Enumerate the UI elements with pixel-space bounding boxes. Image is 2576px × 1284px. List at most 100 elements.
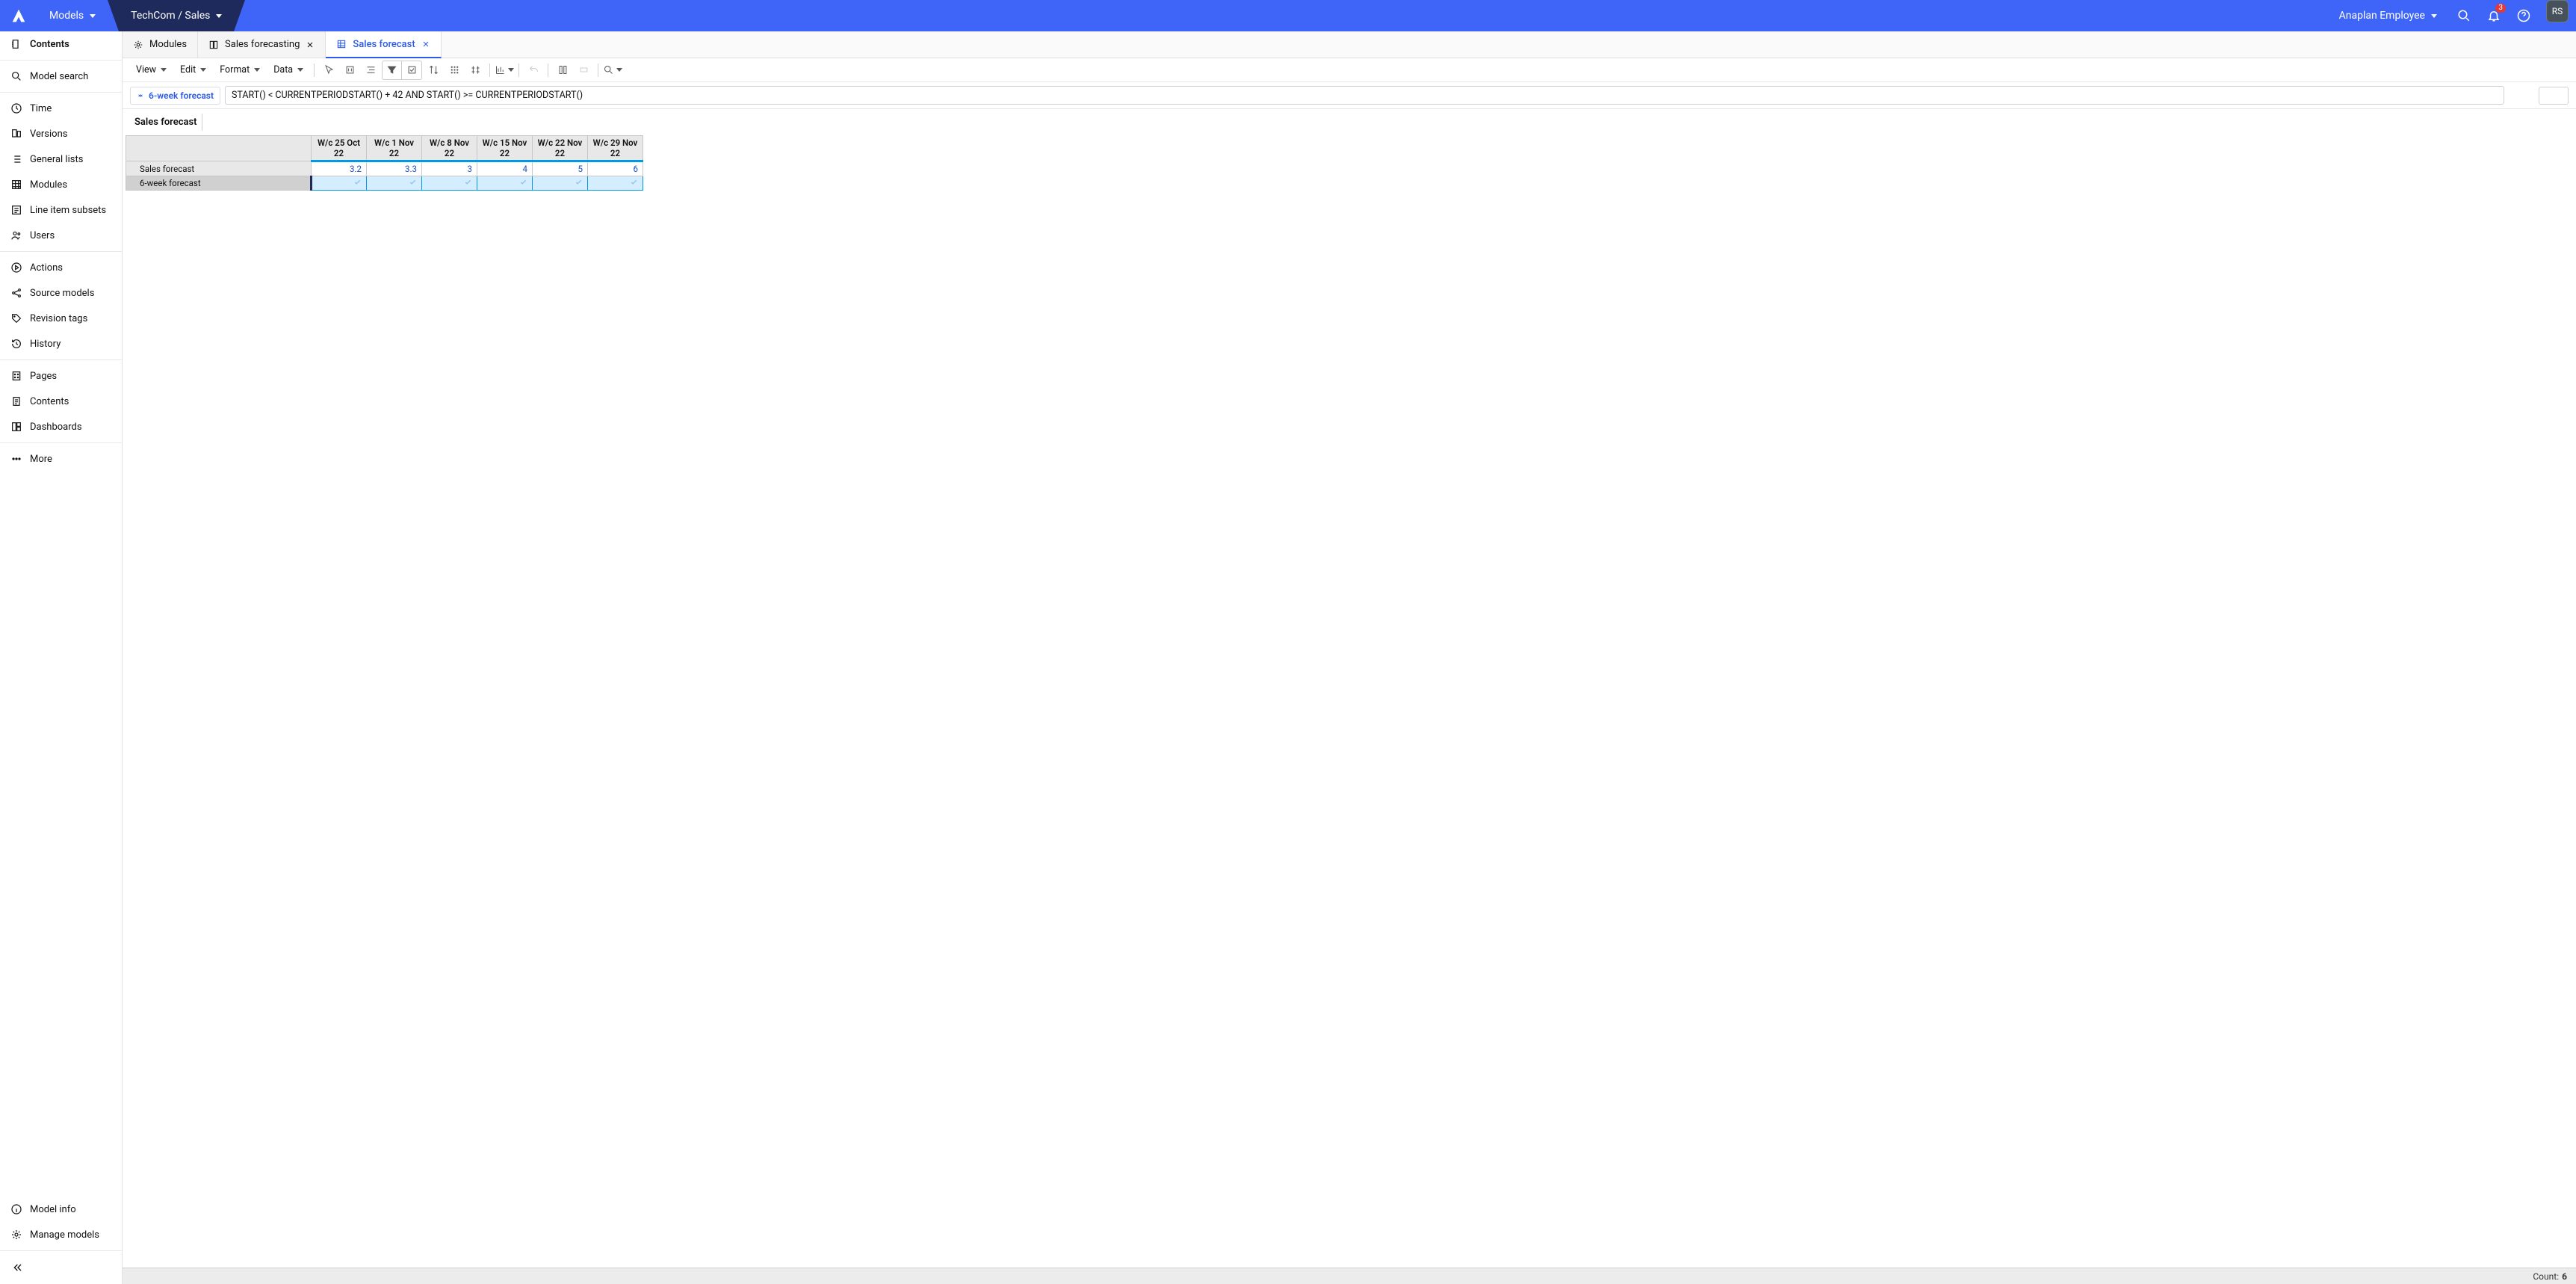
grid-corner[interactable] [126,136,312,161]
chevron-down-icon [90,14,96,18]
sidebar-contents-header[interactable]: Contents [0,31,122,57]
row-header[interactable]: 6-week forecast [126,176,312,191]
chevron-down-icon [616,68,622,72]
notification-badge: 3 [2495,4,2506,13]
menu-label: View [136,64,156,75]
menu-view[interactable]: View [130,61,173,78]
formula-aux-input[interactable] [2539,87,2569,105]
menu-label: Data [273,64,293,75]
chevron-down-icon [254,68,260,72]
sidebar-label: Revision tags [30,313,87,324]
sidebar-source-models[interactable]: Source models [0,280,122,306]
tab-sales-forecasting[interactable]: Sales forecasting [198,31,326,58]
formula-input[interactable]: START() < CURRENTPERIODSTART() + 42 AND … [225,86,2504,105]
grid-cell[interactable] [533,176,588,191]
chevron-down-icon [216,14,222,18]
tag-icon [10,312,22,324]
grid-cell[interactable]: 3.2 [312,161,367,176]
sidebar-actions[interactable]: Actions [0,255,122,280]
grid-cell[interactable]: 5 [533,161,588,176]
sidebar-label: Manage models [30,1229,99,1241]
copy-down-button[interactable] [340,61,359,79]
insert-column-button[interactable] [553,61,572,79]
grid-cell[interactable] [367,176,422,191]
grid-cell[interactable] [422,176,477,191]
more-icon [10,453,22,465]
models-dropdown[interactable]: Models [37,0,108,31]
sidebar-model-search[interactable]: Model search [0,64,122,89]
sidebar-more[interactable]: More [0,446,122,472]
sidebar-history[interactable]: History [0,331,122,357]
sidebar-collapse-button[interactable] [0,1254,122,1284]
row-header[interactable]: Sales forecast [126,161,312,176]
sidebar-modules[interactable]: Modules [0,172,122,197]
table-row: 6-week forecast [126,176,643,191]
sidebar-label: Modules [30,179,67,191]
chevron-down-icon [508,68,514,72]
sidebar-line-item-subsets[interactable]: Line item subsets [0,197,122,223]
close-icon[interactable] [421,40,430,49]
sidebar-label: More [30,454,52,465]
tab-sales-forecast[interactable]: Sales forecast [326,31,441,58]
grid-icon [336,39,347,49]
select-tool-button[interactable] [319,61,338,79]
sort-button[interactable] [424,61,443,79]
menu-edit[interactable]: Edit [174,61,212,78]
menu-label: Format [220,64,250,75]
user-label: Anaplan Employee [2339,10,2425,22]
tab-modules[interactable]: Modules [123,31,198,58]
sidebar-dashboards[interactable]: Dashboards [0,414,122,439]
sidebar-users[interactable]: Users [0,223,122,248]
column-header[interactable]: W/c 22 Nov 22 [533,136,588,161]
gear-icon [10,1229,22,1241]
sidebar-model-info[interactable]: Model info [0,1197,122,1222]
sidebar-label: Line item subsets [30,205,106,216]
close-icon[interactable] [306,40,315,49]
grid-cell[interactable] [588,176,643,191]
line-item-selector[interactable]: 6-week forecast [130,87,220,105]
grid-cell[interactable] [477,176,533,191]
user-dropdown[interactable]: Anaplan Employee [2327,0,2449,31]
menu-format[interactable]: Format [214,61,266,78]
sidebar-general-lists[interactable]: General lists [0,146,122,172]
app-logo[interactable] [0,0,37,31]
grid-cell[interactable]: 4 [477,161,533,176]
indent-button[interactable] [361,61,380,79]
help-button[interactable] [2509,0,2539,31]
compare-button[interactable] [465,61,485,79]
notifications-button[interactable]: 3 [2479,0,2509,31]
column-header[interactable]: W/c 29 Nov 22 [588,136,643,161]
grid-cell[interactable]: 6 [588,161,643,176]
tab-label: Sales forecasting [225,39,300,50]
subset-icon [10,204,22,216]
workspace-dropdown[interactable]: TechCom / Sales [119,0,234,31]
line-item-label: 6-week forecast [149,90,214,101]
checkbox-button[interactable] [402,61,421,79]
grid-cell[interactable]: 3 [422,161,477,176]
filter-button[interactable] [383,61,402,79]
sheet-title[interactable]: Sales forecast [130,114,202,131]
column-header[interactable]: W/c 15 Nov 22 [477,136,533,161]
delete-column-button[interactable] [574,61,593,79]
sidebar-pages[interactable]: Pages [0,363,122,389]
undo-button[interactable] [524,61,543,79]
sidebar-revision-tags[interactable]: Revision tags [0,306,122,331]
expand-icon [137,92,144,99]
chart-button[interactable] [495,61,514,79]
grid-cell[interactable] [312,176,367,191]
column-header[interactable]: W/c 1 Nov 22 [367,136,422,161]
column-header[interactable]: W/c 8 Nov 22 [422,136,477,161]
sidebar-time[interactable]: Time [0,96,122,121]
column-header[interactable]: W/c 25 Oct 22 [312,136,367,161]
search-button[interactable] [2449,0,2479,31]
search-grid-button[interactable] [603,61,622,79]
sidebar-manage-models[interactable]: Manage models [0,1222,122,1247]
filter-group [382,61,422,80]
sidebar-contents[interactable]: Contents [0,389,122,414]
user-avatar[interactable]: RS [2546,0,2569,22]
grid-button[interactable] [445,61,464,79]
status-count-label: Count: [2533,1271,2559,1282]
grid-cell[interactable]: 3.3 [367,161,422,176]
sidebar-versions[interactable]: Versions [0,121,122,146]
menu-data[interactable]: Data [267,61,309,78]
